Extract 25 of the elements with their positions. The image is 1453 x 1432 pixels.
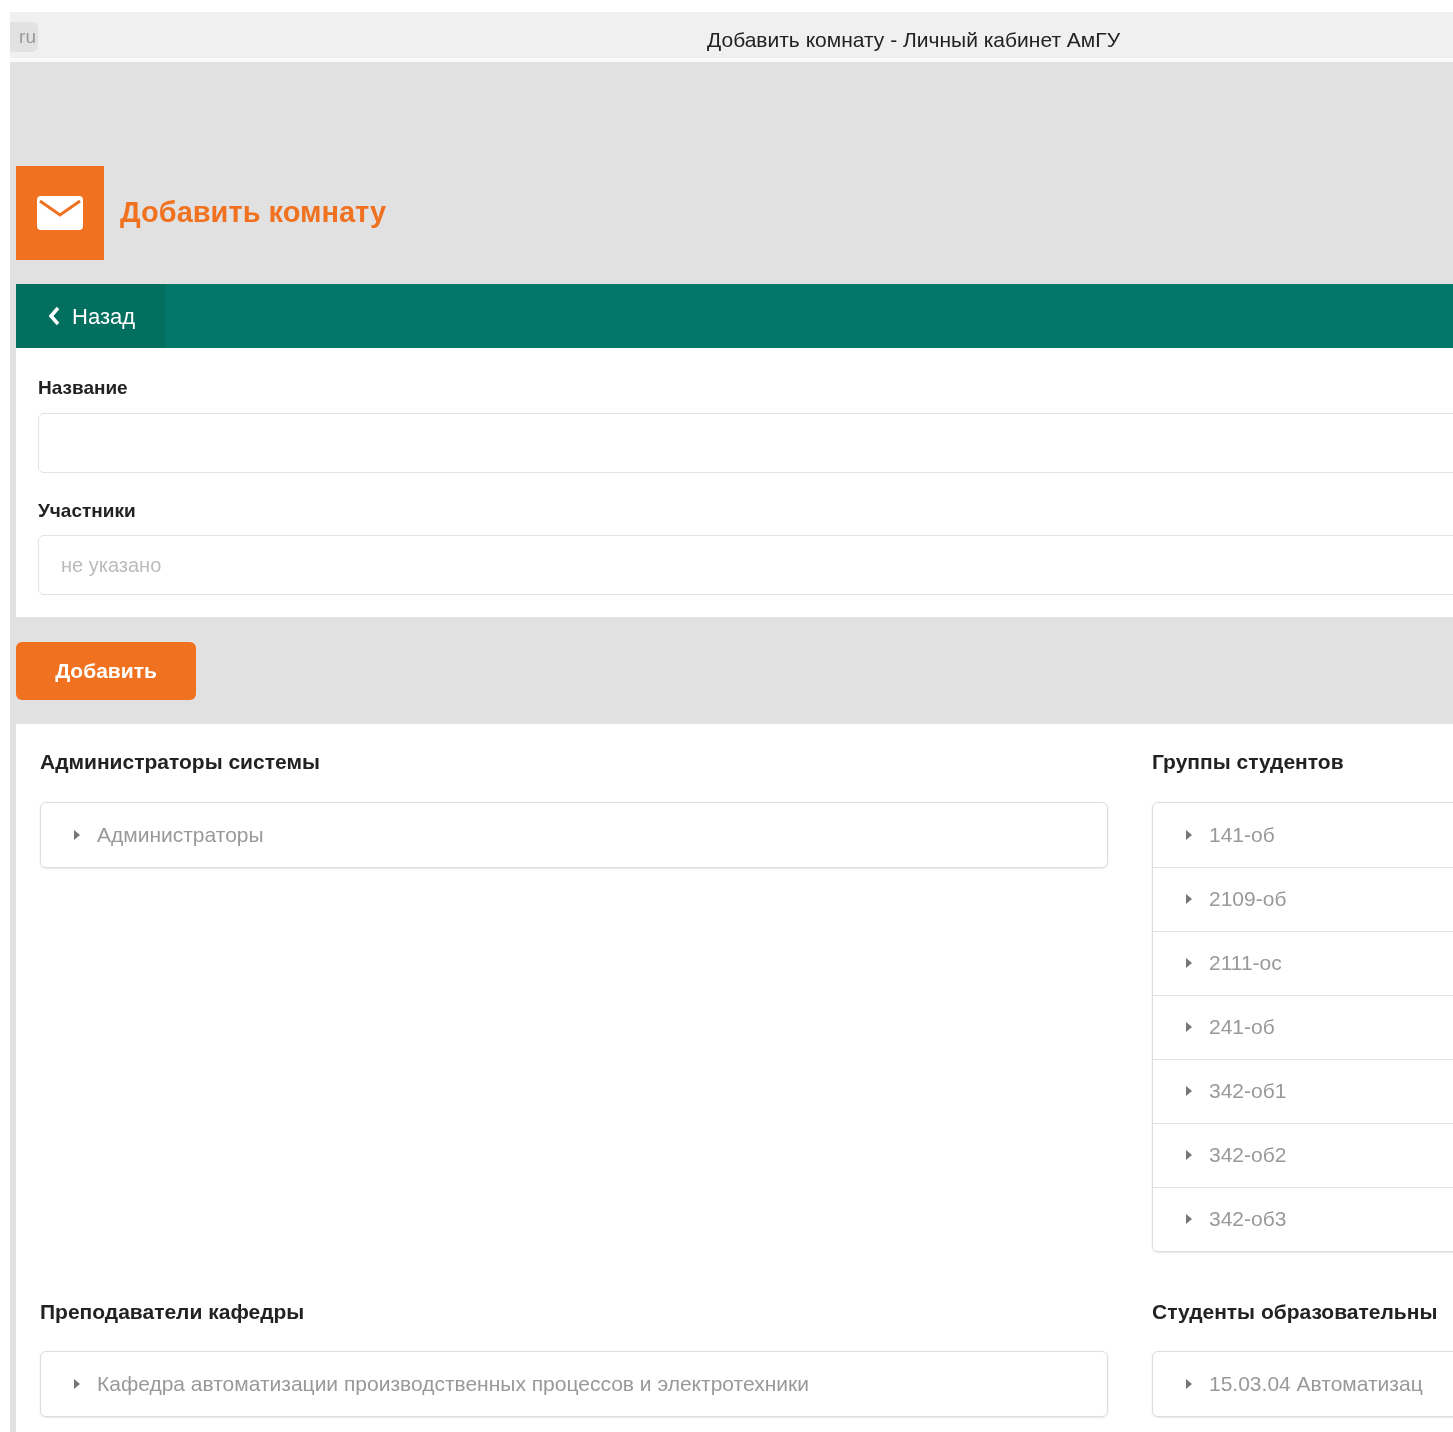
tree-item[interactable]: 342-об3 <box>1153 1186 1453 1251</box>
tree-item[interactable]: 342-об1 <box>1153 1058 1453 1123</box>
input-field[interactable] <box>38 412 1453 473</box>
mail-icon <box>16 166 104 260</box>
tree-item[interactable]: Администраторы <box>41 802 1107 867</box>
chevron-left-icon <box>48 306 60 326</box>
section-title: Студенты образовательны <box>1152 1298 1439 1325</box>
field-label: Участники <box>38 498 137 523</box>
section-title: Администраторы системы <box>40 749 321 775</box>
tree-item[interactable]: 15.03.04 Автоматизац <box>1153 1352 1453 1416</box>
back-button[interactable]: Назад <box>16 284 166 348</box>
tree-item[interactable]: 141-об <box>1153 802 1453 867</box>
tree-item[interactable]: 342-об2 <box>1153 1122 1453 1187</box>
tree-item[interactable]: 2109-об <box>1153 866 1453 931</box>
section-title: Преподаватели кафедры <box>40 1298 306 1325</box>
section-title: Группы студентов <box>1152 749 1345 775</box>
browser-tab[interactable]: ru <box>10 22 38 52</box>
add-button[interactable]: Добавить <box>16 642 196 700</box>
tree-item[interactable]: 241-об <box>1153 994 1453 1059</box>
field-label: Название <box>38 376 129 400</box>
tree-item[interactable]: Кафедра автоматизации производственных процессов и электротехники <box>41 1352 1107 1416</box>
tree-item[interactable]: 2111-ос <box>1153 930 1453 995</box>
page-title: Добавить комнату <box>120 195 387 231</box>
window-title: Добавить комнату - Личный кабинет АмГУ <box>707 27 1120 53</box>
input-field[interactable]: не указано <box>38 535 1453 595</box>
